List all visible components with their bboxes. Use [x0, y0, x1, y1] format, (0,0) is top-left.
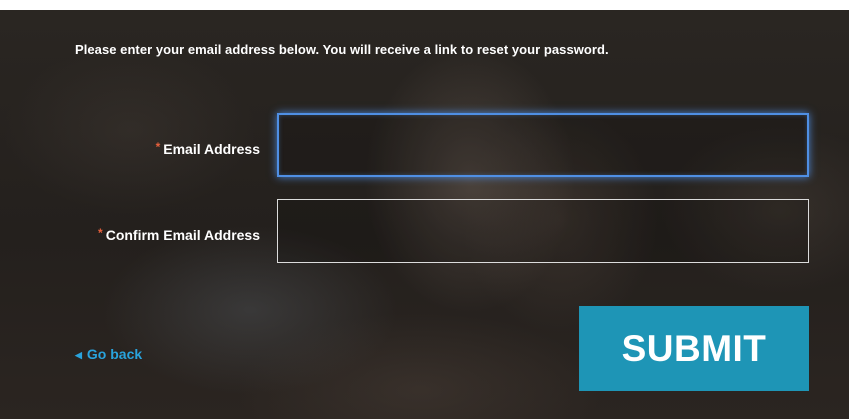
required-marker: * — [98, 226, 103, 240]
instructions-text: Please enter your email address below. Y… — [75, 42, 609, 57]
required-marker: * — [155, 140, 161, 154]
reset-password-panel: Please enter your email address below. Y… — [0, 10, 849, 419]
submit-button[interactable]: SUBMIT — [579, 306, 809, 391]
email-label: * Email Address — [156, 140, 260, 157]
go-back-label: Go back — [86, 346, 143, 362]
confirm-email-field[interactable] — [277, 199, 809, 263]
confirm-email-label: * Confirm Email Address — [98, 226, 260, 243]
confirm-email-label-text: Confirm Email Address — [105, 227, 260, 243]
email-field[interactable] — [277, 113, 809, 177]
email-label-text: Email Address — [163, 141, 260, 157]
chevron-left-icon: ◀ — [75, 350, 82, 360]
go-back-link[interactable]: ◀ Go back — [75, 346, 142, 362]
